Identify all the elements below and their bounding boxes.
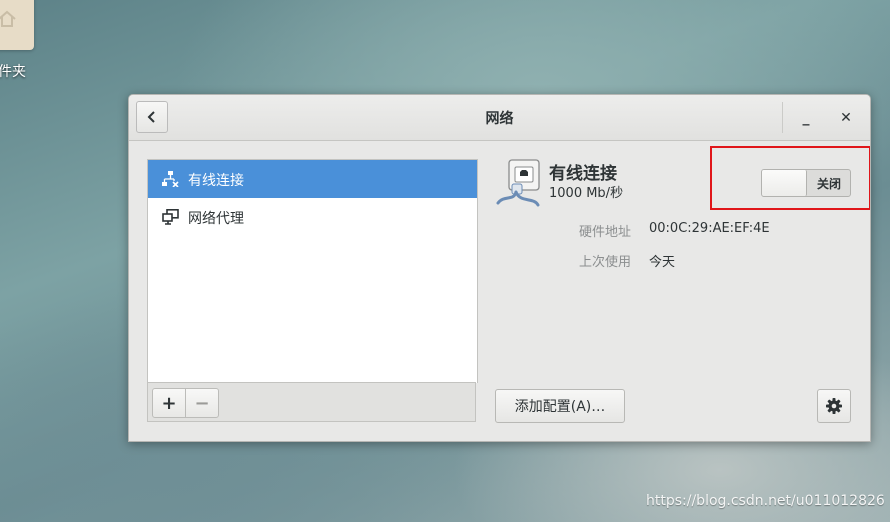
- window-title: 网络: [485, 111, 514, 127]
- device-name: 有线连接: [549, 164, 617, 184]
- device-speed: 1000 Mb/秒: [549, 186, 624, 201]
- minimize-button[interactable]: _: [793, 105, 819, 131]
- ethernet-icon: [494, 159, 544, 211]
- list-toolbar: + −: [147, 382, 476, 422]
- remove-connection-button[interactable]: −: [185, 388, 219, 418]
- header-separator: [782, 102, 783, 133]
- desktop-folder-icon[interactable]: [0, 0, 34, 50]
- sidebar-item-proxy[interactable]: 网络代理: [148, 198, 477, 236]
- property-value-last-used: 今天: [649, 255, 676, 270]
- header-bar: 网络 _ ✕: [129, 95, 870, 141]
- network-proxy-icon: [162, 209, 180, 229]
- annotation-highlight-box: [710, 146, 870, 210]
- close-icon: ✕: [840, 110, 852, 126]
- add-profile-button[interactable]: 添加配置(A)…: [495, 389, 625, 423]
- network-settings-window: 网络 _ ✕ 有线连接 网络代理 + − 有线连接 1000 Mb/秒 关闭 硬…: [128, 94, 871, 442]
- property-value-hardware-address: 00:0C:29:AE:EF:4E: [649, 221, 770, 236]
- desktop-folder-label: 件夹: [0, 64, 26, 80]
- sidebar-item-label: 网络代理: [188, 211, 244, 227]
- property-label-last-used: 上次使用: [579, 255, 632, 270]
- wired-network-icon: [162, 171, 180, 191]
- settings-button[interactable]: [817, 389, 851, 423]
- property-label-hardware-address: 硬件地址: [579, 225, 632, 240]
- sidebar-item-label: 有线连接: [188, 173, 244, 189]
- close-button[interactable]: ✕: [833, 105, 859, 131]
- minimize-icon: _: [802, 110, 810, 126]
- gear-icon: [826, 398, 842, 414]
- device-list: 有线连接 网络代理: [147, 159, 478, 383]
- watermark-text: https://blog.csdn.net/u011012826: [646, 493, 885, 509]
- sidebar-item-wired[interactable]: 有线连接: [148, 160, 477, 198]
- add-connection-button[interactable]: +: [152, 388, 186, 418]
